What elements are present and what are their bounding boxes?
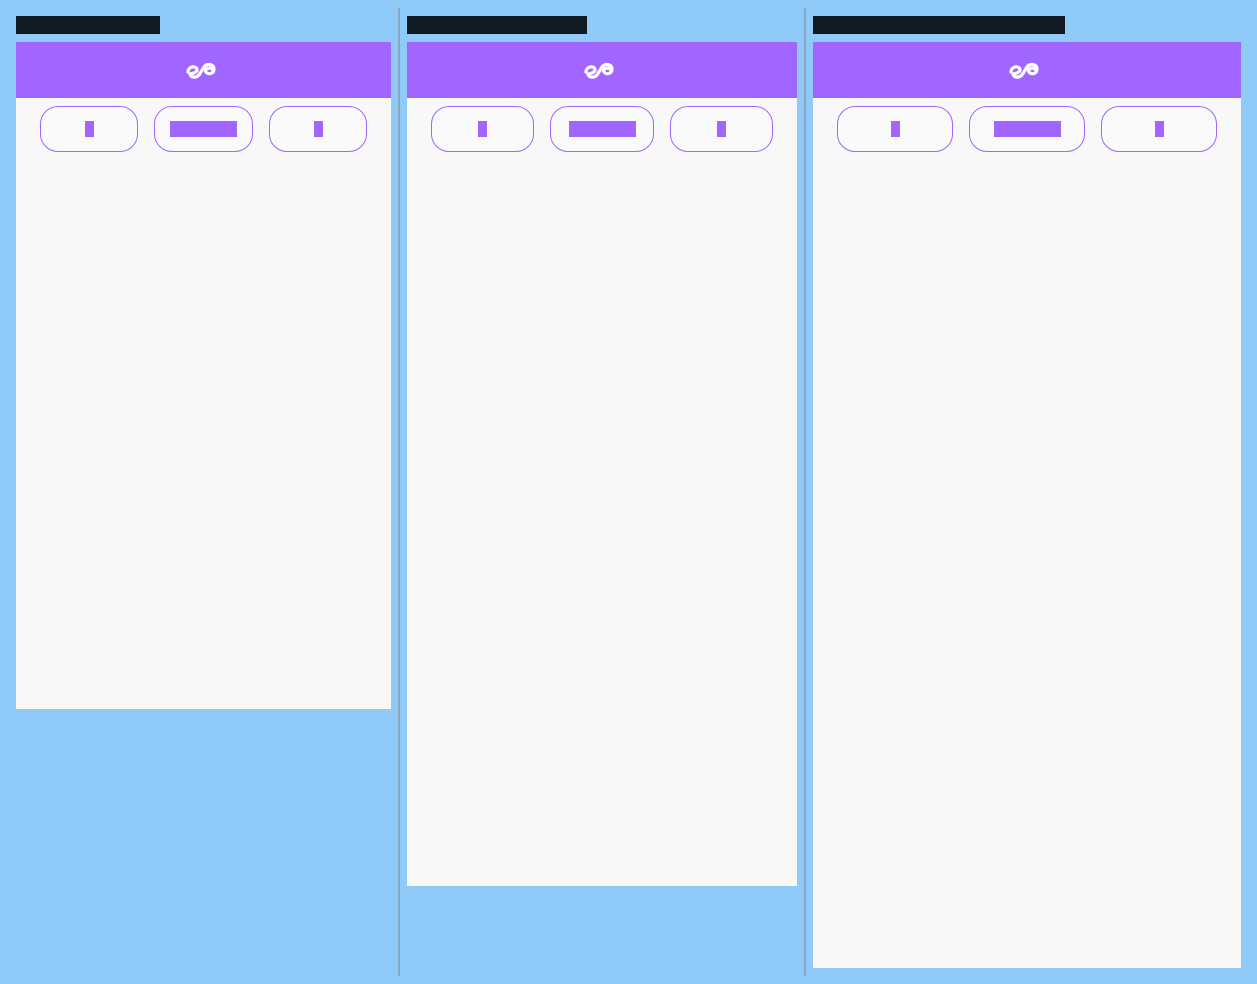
preview-panel-2 bbox=[407, 42, 797, 886]
nav-button-row bbox=[407, 98, 797, 154]
column-2-title bbox=[407, 16, 587, 34]
nav-button-3[interactable] bbox=[670, 106, 773, 152]
preview-panel-3 bbox=[813, 42, 1241, 968]
ea-infinity-logo-icon bbox=[1007, 59, 1047, 81]
nav-button-label bbox=[1154, 121, 1164, 137]
nav-button-label bbox=[478, 121, 487, 137]
app-header bbox=[16, 42, 391, 98]
nav-button-1[interactable] bbox=[837, 106, 953, 152]
nav-button-label bbox=[170, 121, 237, 137]
column-1-title bbox=[16, 16, 160, 34]
ea-infinity-logo-icon bbox=[582, 59, 622, 81]
nav-button-2[interactable] bbox=[154, 106, 253, 152]
nav-button-row bbox=[16, 98, 391, 154]
nav-button-label bbox=[890, 121, 900, 137]
column-divider bbox=[804, 8, 806, 976]
nav-button-label bbox=[84, 121, 94, 137]
nav-button-1[interactable] bbox=[40, 106, 138, 152]
nav-button-label bbox=[568, 121, 636, 137]
column-divider bbox=[398, 8, 400, 976]
nav-button-2[interactable] bbox=[550, 106, 654, 152]
app-header bbox=[407, 42, 797, 98]
nav-button-row bbox=[813, 98, 1241, 154]
nav-button-label bbox=[993, 121, 1061, 137]
app-header bbox=[813, 42, 1241, 98]
ea-infinity-logo-icon bbox=[184, 59, 224, 81]
nav-button-label bbox=[717, 121, 726, 137]
nav-button-3[interactable] bbox=[1101, 106, 1217, 152]
nav-button-1[interactable] bbox=[431, 106, 534, 152]
column-3-title bbox=[813, 16, 1065, 34]
nav-button-2[interactable] bbox=[969, 106, 1085, 152]
preview-panel-1 bbox=[16, 42, 391, 709]
nav-button-3[interactable] bbox=[269, 106, 367, 152]
nav-button-label bbox=[313, 121, 323, 137]
